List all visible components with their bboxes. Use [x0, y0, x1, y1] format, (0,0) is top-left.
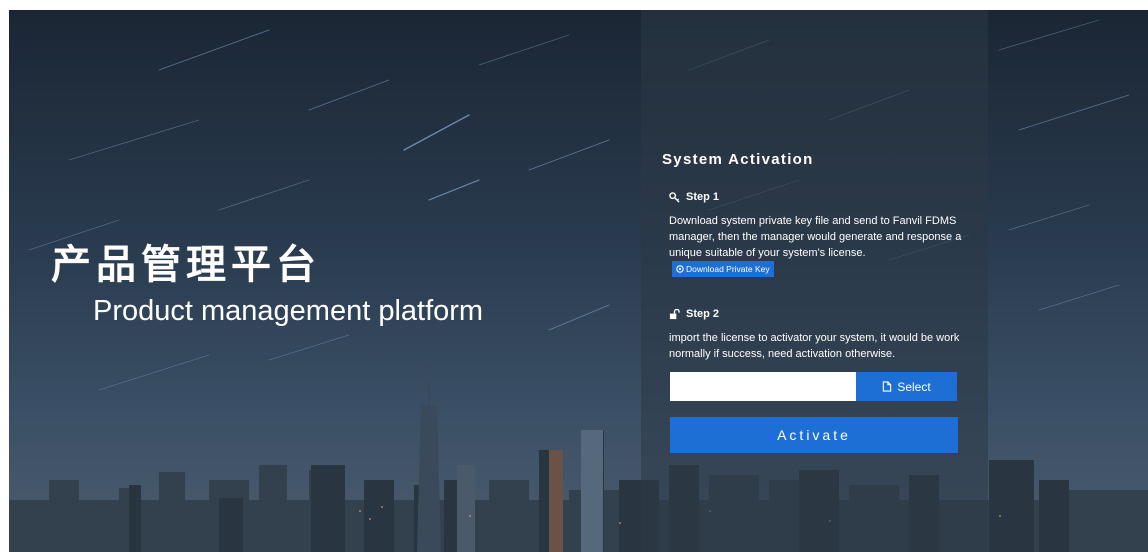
activate-button[interactable]: Activate — [670, 417, 958, 453]
license-file-input[interactable] — [670, 372, 856, 401]
download-circle-icon — [676, 265, 684, 273]
select-file-label: Select — [897, 379, 931, 394]
platform-title-english: Product management platform — [93, 295, 484, 327]
step-1-description: Download system private key file and sen… — [669, 213, 969, 277]
select-file-button[interactable]: Select — [856, 372, 957, 401]
file-icon — [883, 381, 892, 392]
step-2-description: import the license to activator your sys… — [669, 332, 960, 360]
download-private-key-label: Download Private Key — [686, 264, 770, 274]
step-1-heading: Step 1 — [669, 191, 719, 203]
key-icon — [669, 191, 680, 203]
step-2-heading: Step 2 — [669, 308, 719, 320]
activation-title: System Activation — [662, 151, 814, 168]
platform-title-chinese: 产品管理平台 — [51, 242, 321, 288]
background-scene: 产品管理平台 Product management platform Syste… — [9, 10, 1148, 552]
step-2-label: Step 2 — [686, 308, 720, 320]
step-1-text: Download system private key file and sen… — [669, 215, 962, 259]
download-private-key-button[interactable]: Download Private Key — [672, 261, 774, 277]
activation-panel: System Activation Step 1 Download system… — [641, 10, 988, 552]
step-1-label: Step 1 — [686, 191, 720, 203]
unlock-icon — [669, 308, 680, 319]
